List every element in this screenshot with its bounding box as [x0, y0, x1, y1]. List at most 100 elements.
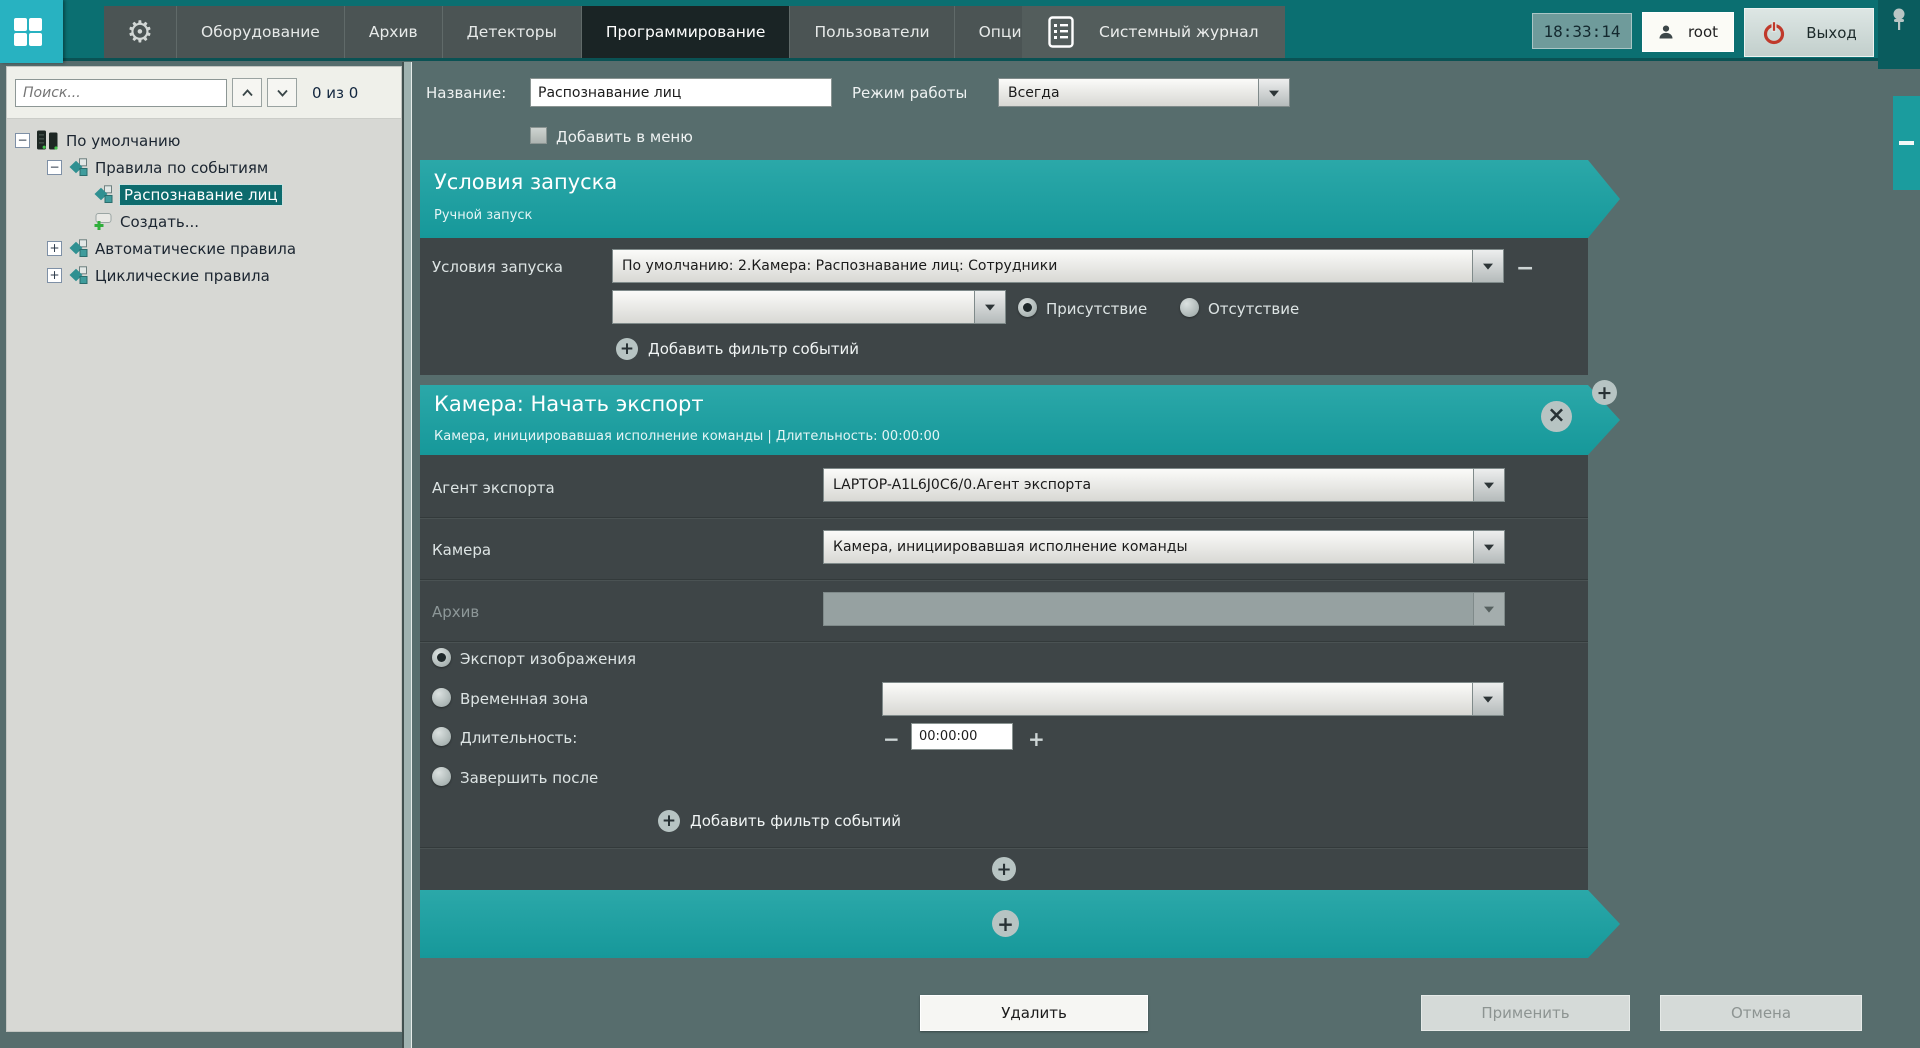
chevron-down-icon[interactable]	[974, 290, 1006, 324]
presence-radio[interactable]	[1018, 298, 1037, 317]
gear-icon: ⚙	[126, 14, 154, 50]
user-name: root	[1687, 23, 1719, 41]
tree-item-automatic-rules[interactable]: + Автоматические правила	[7, 235, 401, 262]
duration-input[interactable]	[911, 723, 1013, 750]
pin-panel-button[interactable]	[1878, 0, 1920, 69]
duration-decrease-button[interactable]: −	[883, 729, 900, 749]
tree-label[interactable]: Создать...	[120, 213, 199, 231]
add-event-filter-link[interactable]: Добавить фильтр событий	[648, 340, 859, 358]
mode-select[interactable]: Всегда	[998, 78, 1290, 107]
rule-icon	[93, 185, 113, 204]
add-event-filter-icon[interactable]	[658, 810, 680, 832]
add-to-menu-checkbox[interactable]	[530, 127, 547, 144]
action-banner: Камера: Начать экспорт Камера, иницииров…	[420, 385, 1620, 455]
remove-action-button[interactable]	[1541, 401, 1572, 432]
action-subtitle: Камера, инициировавшая исполнение команд…	[434, 429, 941, 444]
chevron-down-icon[interactable]	[1473, 530, 1505, 564]
chevron-down-icon[interactable]	[1473, 468, 1505, 502]
tab-archive[interactable]: Архив	[345, 6, 443, 58]
cancel-label: Отмена	[1730, 1004, 1792, 1022]
tree-item-cyclic-rules[interactable]: + Циклические правила	[7, 262, 401, 289]
search-input[interactable]	[15, 78, 227, 107]
collapse-panel-button[interactable]	[1893, 96, 1920, 190]
add-action-button[interactable]	[992, 857, 1016, 881]
power-icon	[1761, 20, 1787, 46]
row-divider	[420, 579, 1588, 580]
tab-users[interactable]: Пользователи	[790, 6, 955, 58]
chevron-down-icon[interactable]	[1472, 249, 1504, 283]
logout-button[interactable]: Выход	[1744, 8, 1874, 57]
new-condition-select-value[interactable]	[612, 290, 974, 324]
tree-label[interactable]: Правила по событиям	[95, 159, 268, 177]
time-zone-select[interactable]	[882, 682, 1504, 716]
expand-toggle[interactable]: +	[47, 241, 62, 256]
collapse-toggle[interactable]: −	[47, 160, 62, 175]
add-event-filter-link[interactable]: Добавить фильтр событий	[690, 812, 901, 830]
finish-after-radio[interactable]	[432, 767, 451, 786]
tree-item-event-rules[interactable]: − Правила по событиям	[7, 154, 401, 181]
tab-label: Оборудование	[201, 23, 320, 41]
expand-toggle[interactable]: +	[47, 268, 62, 283]
export-image-radio[interactable]	[432, 648, 451, 667]
tab-label: Пользователи	[814, 23, 930, 41]
condition-select[interactable]: По умолчанию: 2.Камера: Распознавание ли…	[612, 249, 1504, 283]
panel-splitter[interactable]	[402, 62, 412, 1048]
row-divider	[420, 847, 1588, 848]
conditions-section: Условия запуска По умолчанию: 2.Камера: …	[420, 238, 1588, 375]
tab-equipment[interactable]: Оборудование	[177, 6, 345, 58]
tab-detectors[interactable]: Детекторы	[443, 6, 582, 58]
time-zone-select-value[interactable]	[882, 682, 1472, 716]
collapse-toggle[interactable]: −	[15, 133, 30, 148]
presence-label: Присутствие	[1046, 300, 1148, 318]
tree-label[interactable]: Циклические правила	[95, 267, 270, 285]
rule-icon	[68, 239, 88, 258]
clock: 18:33:14	[1532, 13, 1632, 49]
search-next-button[interactable]	[267, 78, 297, 107]
pin-icon	[1889, 6, 1909, 69]
chevron-down-icon	[1473, 592, 1505, 626]
current-user-button[interactable]: root	[1642, 12, 1734, 52]
row-divider	[420, 517, 1588, 518]
tab-programming[interactable]: Программирование	[581, 6, 791, 58]
search-area: 0 из 0	[7, 67, 401, 119]
app-logo[interactable]	[0, 0, 63, 63]
export-agent-value[interactable]: LAPTOP-A1L6J0C6/0.Агент экспорта	[823, 468, 1473, 502]
tab-label: Детекторы	[466, 23, 557, 41]
duration-radio[interactable]	[432, 727, 451, 746]
apply-button[interactable]: Применить	[1421, 995, 1630, 1031]
time-zone-radio[interactable]	[432, 688, 451, 707]
camera-select[interactable]: Камера, инициировавшая исполнение команд…	[823, 530, 1505, 564]
export-agent-select[interactable]: LAPTOP-A1L6J0C6/0.Агент экспорта	[823, 468, 1505, 502]
remove-condition-button[interactable]: −	[1516, 258, 1534, 280]
chevron-down-icon[interactable]	[1258, 78, 1290, 107]
chevron-down-icon[interactable]	[1472, 682, 1504, 716]
tree-label[interactable]: По умолчанию	[66, 132, 180, 150]
duration-increase-button[interactable]: +	[1028, 729, 1045, 749]
system-journal-button[interactable]: Системный журнал	[1022, 6, 1285, 58]
settings-tab[interactable]: ⚙	[104, 6, 177, 58]
conditions-title: Условия запуска	[434, 170, 618, 194]
tree-item-create-rule[interactable]: Создать...	[7, 208, 401, 235]
tree-label-selected[interactable]: Распознавание лиц	[119, 183, 283, 206]
cancel-button[interactable]: Отмена	[1660, 995, 1862, 1031]
condition-select-value[interactable]: По умолчанию: 2.Камера: Распознавание ли…	[612, 249, 1472, 283]
chevron-up-icon	[241, 88, 253, 96]
rule-name-input[interactable]	[530, 78, 832, 107]
delete-button[interactable]: Удалить	[920, 995, 1148, 1031]
tree-label[interactable]: Автоматические правила	[95, 240, 296, 258]
add-event-filter-icon[interactable]	[616, 338, 638, 360]
archive-label: Архив	[432, 603, 480, 621]
add-rule-button[interactable]	[992, 910, 1019, 937]
finish-after-label: Завершить после	[460, 769, 599, 787]
journal-label: Системный журнал	[1099, 23, 1259, 41]
tree-item-face-recognition[interactable]: Распознавание лиц	[7, 181, 401, 208]
absence-radio[interactable]	[1180, 298, 1199, 317]
mode-select-value[interactable]: Всегда	[998, 78, 1258, 107]
search-prev-button[interactable]	[232, 78, 262, 107]
add-action-branch-button[interactable]	[1592, 380, 1617, 405]
new-condition-select[interactable]	[612, 290, 1006, 324]
apply-label: Применить	[1481, 1004, 1570, 1022]
camera-select-value[interactable]: Камера, инициировавшая исполнение команд…	[823, 530, 1473, 564]
tree-item-default-server[interactable]: − По умолчанию	[7, 127, 401, 154]
create-icon	[93, 212, 113, 231]
